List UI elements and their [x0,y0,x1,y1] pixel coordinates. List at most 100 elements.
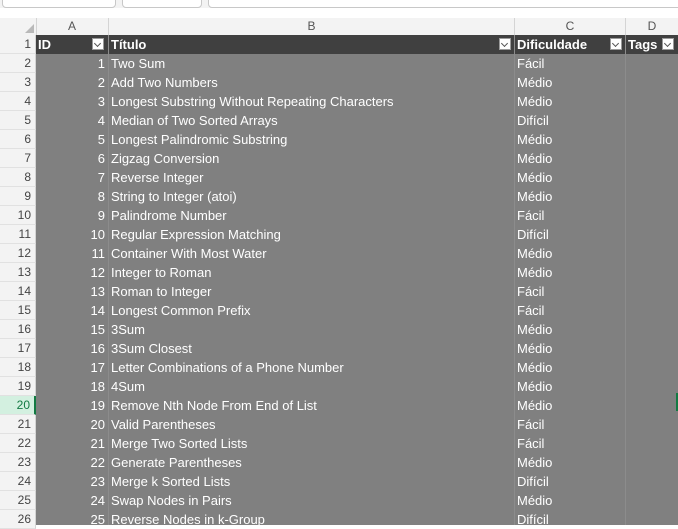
row-header[interactable]: 15 [0,301,36,320]
row-header[interactable]: 3 [0,73,36,92]
row-header[interactable]: 21 [0,415,36,434]
filter-dropdown-tags[interactable] [662,38,674,50]
cell-tags[interactable] [627,415,676,434]
cell-difficulty[interactable]: Fácil [517,282,622,301]
header-id[interactable]: ID [38,35,88,54]
row-header[interactable]: 2 [0,54,36,73]
cell-title[interactable]: 3Sum Closest [111,339,511,358]
cell-difficulty[interactable]: Difícil [517,510,622,529]
row-header[interactable]: 5 [0,111,36,130]
row-header[interactable]: 9 [0,187,36,206]
row-header[interactable]: 18 [0,358,36,377]
cell-difficulty[interactable]: Fácil [517,206,622,225]
cell-tags[interactable] [627,472,676,491]
row-header[interactable]: 25 [0,491,36,510]
cell-tags[interactable] [627,301,676,320]
row-header[interactable]: 20 [0,396,36,415]
cell-title[interactable]: Letter Combinations of a Phone Number [111,358,511,377]
column-header-d[interactable]: D [626,18,678,35]
cell-id[interactable]: 6 [36,149,107,168]
cell-tags[interactable] [627,434,676,453]
cell-difficulty[interactable]: Médio [517,187,622,206]
cell-id[interactable]: 16 [36,339,107,358]
row-header[interactable]: 26 [0,510,36,529]
column-header-a[interactable]: A [36,18,109,35]
cell-difficulty[interactable]: Médio [517,320,622,339]
cell-tags[interactable] [627,225,676,244]
cell-id[interactable]: 24 [36,491,107,510]
row-header[interactable]: 24 [0,472,36,491]
cell-difficulty[interactable]: Fácil [517,54,622,73]
cell-tags[interactable] [627,282,676,301]
cell-difficulty[interactable]: Médio [517,491,622,510]
cell-id[interactable]: 8 [36,187,107,206]
cell-title[interactable]: Generate Parentheses [111,453,511,472]
row-header-1[interactable]: 1 [0,35,36,54]
cell-tags[interactable] [627,377,676,396]
cell-tags[interactable] [627,73,676,92]
cell-title[interactable]: 3Sum [111,320,511,339]
cell-difficulty[interactable]: Fácil [517,301,622,320]
cell-title[interactable]: Valid Parentheses [111,415,511,434]
cell-difficulty[interactable]: Médio [517,339,622,358]
cell-difficulty[interactable]: Médio [517,358,622,377]
name-box[interactable] [2,0,116,8]
cell-difficulty[interactable]: Médio [517,396,622,415]
row-header[interactable]: 10 [0,206,36,225]
cell-id[interactable]: 22 [36,453,107,472]
cell-title[interactable]: Integer to Roman [111,263,511,282]
cell-difficulty[interactable]: Médio [517,377,622,396]
cell-id[interactable]: 9 [36,206,107,225]
cell-tags[interactable] [627,510,676,529]
column-header-c[interactable]: C [515,18,626,35]
cell-difficulty[interactable]: Fácil [517,415,622,434]
cell-id[interactable]: 7 [36,168,107,187]
cell-difficulty[interactable]: Difícil [517,111,622,130]
cell-title[interactable]: Two Sum [111,54,511,73]
cell-id[interactable]: 2 [36,73,107,92]
cell-id[interactable]: 3 [36,92,107,111]
cell-title[interactable]: Merge Two Sorted Lists [111,434,511,453]
cell-difficulty[interactable]: Médio [517,73,622,92]
cell-title[interactable]: Remove Nth Node From End of List [111,396,511,415]
row-header[interactable]: 14 [0,282,36,301]
cell-tags[interactable] [627,244,676,263]
row-header[interactable]: 7 [0,149,36,168]
cell-title[interactable]: Add Two Numbers [111,73,511,92]
cell-id[interactable]: 19 [36,396,107,415]
cell-id[interactable]: 13 [36,282,107,301]
cell-difficulty[interactable]: Fácil [517,434,622,453]
cell-difficulty[interactable]: Médio [517,149,622,168]
cell-tags[interactable] [627,320,676,339]
cell-title[interactable]: Roman to Integer [111,282,511,301]
cell-tags[interactable] [627,130,676,149]
cell-difficulty[interactable]: Médio [517,92,622,111]
cell-difficulty[interactable]: Difícil [517,225,622,244]
cell-difficulty[interactable]: Médio [517,244,622,263]
row-header[interactable]: 19 [0,377,36,396]
row-header[interactable]: 22 [0,434,36,453]
header-title[interactable]: Título [111,35,411,54]
cell-title[interactable]: Regular Expression Matching [111,225,511,244]
filter-dropdown-id[interactable] [92,38,104,50]
cell-tags[interactable] [627,92,676,111]
cell-difficulty[interactable]: Médio [517,130,622,149]
header-difficulty[interactable]: Dificuldade [517,35,612,54]
cell-title[interactable]: 4Sum [111,377,511,396]
formula-controls[interactable] [122,0,202,8]
cell-title[interactable]: Merge k Sorted Lists [111,472,511,491]
cell-title[interactable]: Zigzag Conversion [111,149,511,168]
cell-tags[interactable] [627,453,676,472]
row-header[interactable]: 23 [0,453,36,472]
cell-tags[interactable] [627,206,676,225]
cell-id[interactable]: 11 [36,244,107,263]
cell-difficulty[interactable]: Médio [517,263,622,282]
row-header[interactable]: 11 [0,225,36,244]
row-header[interactable]: 17 [0,339,36,358]
select-all-corner[interactable] [0,18,37,35]
cell-id[interactable]: 1 [36,54,107,73]
cell-tags[interactable] [627,111,676,130]
cell-difficulty[interactable]: Difícil [517,472,622,491]
row-header[interactable]: 12 [0,244,36,263]
row-header[interactable]: 6 [0,130,36,149]
